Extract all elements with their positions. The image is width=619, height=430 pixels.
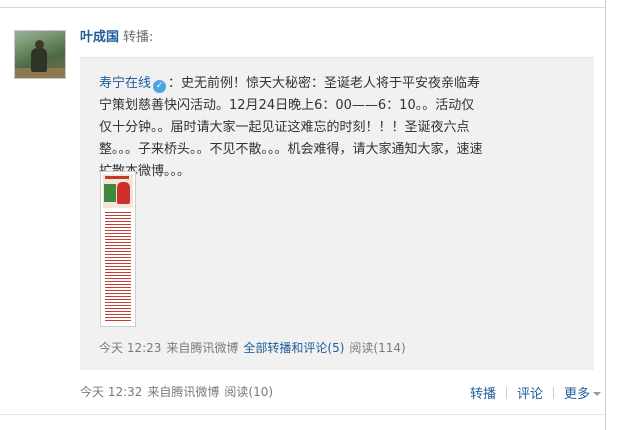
verified-badge-icon: ✓ bbox=[153, 80, 167, 93]
post-header: 叶成国 转播: bbox=[80, 26, 153, 45]
post-read-count: 阅读(10) bbox=[224, 385, 274, 399]
bottom-divider bbox=[0, 414, 605, 415]
chevron-down-icon bbox=[593, 392, 602, 396]
right-border bbox=[605, 0, 606, 430]
more-button[interactable]: 更多 bbox=[564, 387, 602, 402]
post-actions: 转播 评论 更多 bbox=[470, 383, 602, 402]
more-label: 更多 bbox=[564, 387, 591, 402]
post-source[interactable]: 来自腾讯微博 bbox=[147, 385, 219, 399]
avatar[interactable] bbox=[14, 30, 66, 79]
top-divider bbox=[0, 7, 605, 8]
post-time[interactable]: 今天 12:32 bbox=[80, 385, 142, 399]
original-author-link[interactable]: 寿宁在线 bbox=[99, 76, 151, 91]
poster-text-lines bbox=[105, 212, 131, 322]
post-footer: 今天 12:32 来自腾讯微博 阅读(10) bbox=[80, 383, 273, 400]
author-name-link[interactable]: 叶成国 bbox=[80, 30, 119, 45]
action-divider bbox=[506, 387, 508, 399]
original-meta: 今天 12:23 来自腾讯微博 全部转播和评论(5) 阅读(114) bbox=[99, 339, 406, 356]
avatar-figure-head bbox=[35, 40, 44, 49]
original-read-count: 阅读(114) bbox=[349, 341, 406, 355]
comment-button[interactable]: 评论 bbox=[517, 387, 543, 402]
poster-tree bbox=[104, 184, 116, 202]
action-divider bbox=[553, 387, 555, 399]
poster-image-thumbnail[interactable] bbox=[100, 171, 136, 327]
original-source[interactable]: 来自腾讯微博 bbox=[166, 341, 238, 355]
avatar-figure bbox=[31, 48, 47, 72]
poster-santa bbox=[117, 182, 130, 204]
repost-action-label: 转播: bbox=[123, 30, 154, 45]
all-reposts-comments-link[interactable]: 全部转播和评论(5) bbox=[243, 341, 344, 355]
original-message: 寿宁在线 ✓ ：史无前例！惊天大秘密：圣诞老人将于平安夜亲临寿宁策划慈善快闪活动。1… bbox=[99, 73, 484, 183]
poster-title-bar bbox=[105, 176, 129, 179]
repost-button[interactable]: 转播 bbox=[470, 387, 496, 402]
original-time[interactable]: 今天 12:23 bbox=[99, 341, 161, 355]
reposted-message-box: 寿宁在线 ✓ ：史无前例！惊天大秘密：圣诞老人将于平安夜亲临寿宁策划慈善快闪活动。1… bbox=[80, 57, 594, 370]
